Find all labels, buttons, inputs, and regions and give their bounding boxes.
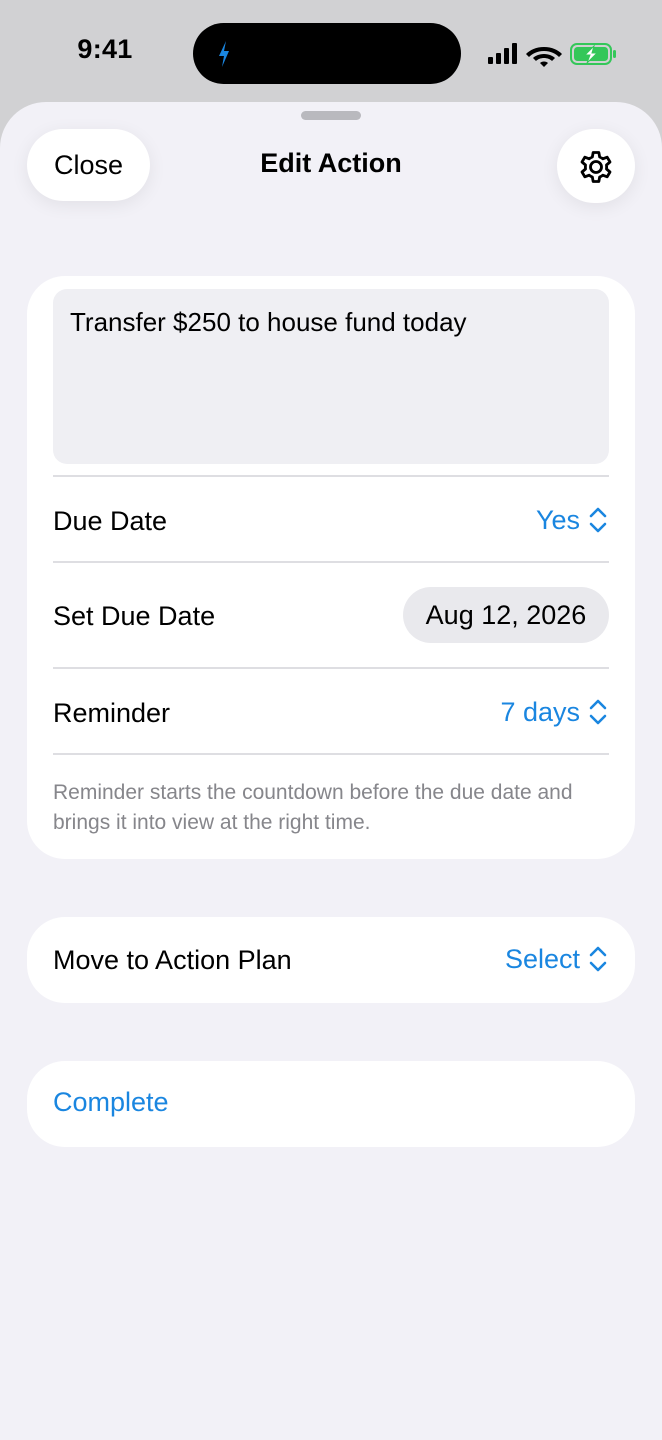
bolt-icon — [219, 41, 229, 67]
divider — [53, 475, 609, 477]
sheet-grabber[interactable] — [301, 111, 361, 120]
action-text-field[interactable]: Transfer $250 to house fund today — [53, 289, 609, 464]
move-to-plan-label: Move to Action Plan — [53, 945, 292, 975]
due-date-label: Due Date — [53, 506, 168, 536]
status-time: 9:41 — [77, 34, 133, 64]
wifi-icon — [526, 47, 562, 67]
reminder-label: Reminder — [53, 698, 171, 728]
close-button[interactable]: Close — [27, 129, 150, 201]
divider — [53, 561, 609, 563]
reminder-picker[interactable]: 7 days — [500, 696, 608, 728]
chevron-up-down-icon — [589, 946, 607, 972]
complete-card[interactable]: Complete — [27, 1061, 635, 1147]
action-details-card: Transfer $250 to house fund today Due Da… — [27, 276, 635, 859]
battery-icon — [570, 43, 616, 65]
gear-icon — [580, 151, 612, 183]
action-plan-picker[interactable]: Select — [505, 943, 608, 975]
chevron-up-down-icon — [589, 699, 607, 725]
reminder-footnote: Reminder starts the countdown before the… — [53, 781, 573, 834]
complete-button[interactable]: Complete — [53, 1087, 169, 1118]
page-title: Edit Action — [260, 148, 402, 178]
move-to-plan-card[interactable]: Move to Action Plan Select — [27, 917, 635, 1003]
set-due-date-label: Set Due Date — [53, 601, 216, 631]
dynamic-island — [193, 23, 461, 84]
due-date-value: Yes — [535, 504, 580, 535]
reminder-value: 7 days — [500, 696, 580, 727]
divider — [53, 667, 609, 669]
signal-icon — [488, 43, 517, 64]
status-icons — [488, 43, 616, 67]
settings-button[interactable] — [557, 129, 635, 203]
chevron-up-down-icon — [589, 507, 607, 533]
action-plan-value: Select — [504, 943, 580, 974]
due-date-picker[interactable]: Yes — [536, 504, 608, 536]
screen: 9:41 Close Edit Action Transfer $250 to … — [0, 0, 662, 1440]
due-date-button[interactable]: Aug 12, 2026 — [403, 587, 609, 643]
divider — [53, 753, 609, 755]
